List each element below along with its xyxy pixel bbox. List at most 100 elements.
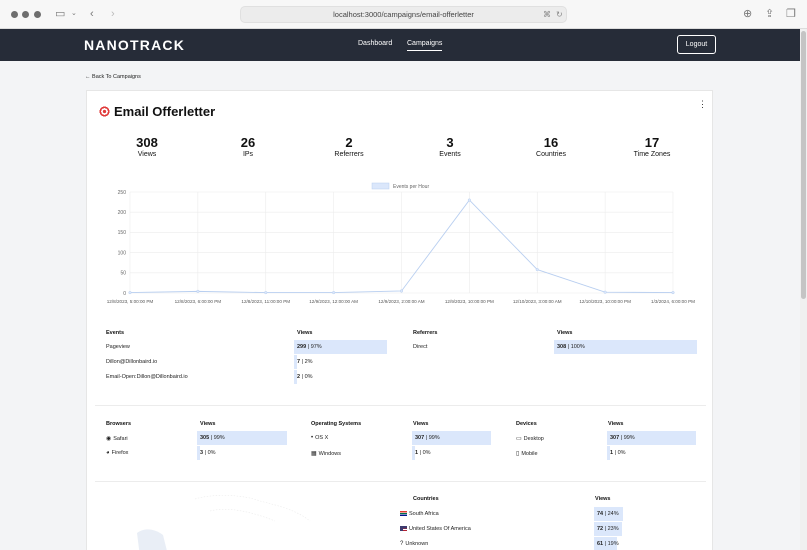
- os-views-header: Views: [413, 421, 429, 427]
- sidebar-toggle-icon[interactable]: ▭: [55, 7, 65, 21]
- download-icon[interactable]: ⊕: [743, 7, 752, 21]
- countries-views-header: Views: [595, 496, 611, 502]
- campaign-card: Email Offerletter ⋮ 308 Views 26 IPs 2 Refe…: [86, 90, 713, 550]
- maximize-window-button[interactable]: [34, 11, 41, 18]
- chart-x-tick-label: 12/8/2023, 5:00:00 PM: [107, 299, 154, 304]
- countries-row-label: Unknown: [405, 541, 429, 547]
- devices-views-header: Views: [608, 421, 624, 427]
- chart-data-point: [399, 289, 404, 293]
- os-header: Operating Systems: [311, 421, 362, 427]
- row-percent: 24%: [607, 511, 619, 517]
- chart-x-tick-label: 12/9/2023, 2:00:00 AM: [378, 299, 424, 304]
- chart-y-tick-label: 50: [120, 271, 126, 277]
- back-arrow-icon[interactable]: ‹: [90, 7, 94, 21]
- windows-icon: ▦: [311, 451, 317, 457]
- os-row-label: OS X: [315, 435, 329, 441]
- browsers-row-label: Safari: [113, 436, 128, 442]
- row-percent: 2%: [304, 359, 313, 365]
- stat-value: 26: [240, 135, 256, 150]
- stat-value: 308: [136, 135, 158, 150]
- stat-value: 2: [345, 135, 353, 150]
- chart-data-point: [535, 268, 539, 272]
- countries-header: Countries: [413, 496, 439, 502]
- stat-label: Countries: [536, 151, 566, 158]
- browsers-row-value: 3 | 0%: [200, 450, 216, 456]
- events-row-value: 7 | 2%: [297, 359, 313, 365]
- row-count: 307: [415, 435, 425, 441]
- chart-x-tick-label: 12/9/2023, 10:00:00 PM: [445, 299, 494, 304]
- row-percent: 0%: [617, 450, 626, 456]
- devices-row-value: 307 | 99%: [610, 435, 635, 441]
- browsers-row-label: Firefox: [111, 450, 129, 456]
- countries-row-name: South Africa: [400, 511, 439, 517]
- events-per-hour-chart: 250 200 150 100 50 0 12/8/2023, 5:00:00 PM 12/8…: [97, 179, 702, 304]
- world-map: [137, 495, 311, 550]
- countries-row-name: ? Unknown: [400, 541, 428, 547]
- stat-label: Views: [137, 151, 157, 158]
- campaign-title: Email Offerletter: [114, 104, 216, 119]
- devices-row-name: ▯ Mobile: [516, 450, 538, 457]
- chart-data-point: [467, 198, 471, 202]
- app-logo[interactable]: NANOTRACK: [84, 37, 185, 53]
- chart-x-tick-label: 12/10/2023, 3:00:00 AM: [513, 299, 562, 304]
- row-percent: 100%: [570, 344, 585, 350]
- apple-icon: •: [311, 435, 314, 441]
- browsers-row-name: ◕ Firefox: [106, 450, 128, 456]
- forward-arrow-icon[interactable]: ›: [111, 7, 115, 21]
- minimize-window-button[interactable]: [22, 11, 29, 18]
- chevron-down-icon[interactable]: ⌄: [71, 7, 77, 21]
- stat-ips: 26 IPs: [198, 135, 298, 158]
- section-divider: [95, 481, 706, 482]
- page-scrollbar[interactable]: [800, 29, 807, 550]
- mobile-icon: ▯: [516, 451, 520, 457]
- os-row-name: ▦ Windows: [311, 450, 341, 457]
- safari-icon: ◉: [106, 436, 112, 442]
- stat-label: Events: [439, 151, 461, 158]
- stat-value: 17: [644, 135, 660, 150]
- chart-y-tick-label: 0: [123, 291, 126, 297]
- devices-row-value: 1 | 0%: [610, 450, 626, 456]
- chart-x-tick-label: 12/9/2023, 12:00:00 AM: [309, 299, 358, 304]
- section-divider: [95, 405, 706, 406]
- chart-svg: 250 200 150 100 50 0 12/8/2023, 5:00:00 PM 12/8…: [107, 182, 695, 304]
- events-row-name: Pageview: [106, 344, 130, 350]
- stat-time-zones: 17 Time Zones: [602, 135, 702, 158]
- events-row-label: Email-Open:Dillon@Dillonbaird.io: [106, 374, 188, 380]
- address-bar[interactable]: localhost:3000/campaigns/email-offerlett…: [240, 6, 567, 23]
- os-row-label: Windows: [318, 451, 341, 457]
- translate-icon[interactable]: ⌘: [543, 7, 551, 22]
- events-row-label: Dillon@Dillonbaird.io: [106, 359, 158, 365]
- devices-row-label: Desktop: [523, 436, 544, 442]
- nav-link-dashboard[interactable]: Dashboard: [358, 40, 392, 47]
- events-row-label: Pageview: [106, 344, 130, 350]
- page-title: Email Offerletter: [99, 104, 215, 119]
- chart-y-tick-label: 150: [118, 230, 127, 236]
- referrers-row-name: Direct: [413, 344, 427, 350]
- south-africa-flag-icon: [400, 511, 407, 517]
- browser-toolbar: ▭ ⌄ ‹ › localhost:3000/campaigns/email-o…: [0, 0, 807, 29]
- row-percent: 99%: [623, 435, 635, 441]
- logout-button[interactable]: Logout: [677, 35, 716, 54]
- close-window-button[interactable]: [11, 11, 18, 18]
- target-icon: [99, 106, 110, 117]
- tabs-overview-icon[interactable]: ❐: [786, 7, 796, 21]
- chart-y-tick-label: 200: [118, 210, 127, 216]
- countries-row-value: 61 | 19%: [597, 541, 619, 547]
- back-to-campaigns-link[interactable]: ← Back To Campaigns: [85, 74, 141, 80]
- referrers-row-label: Direct: [413, 344, 428, 350]
- more-options-icon[interactable]: ⋮: [698, 100, 707, 109]
- share-icon[interactable]: ⇪: [765, 7, 774, 21]
- stat-label: Time Zones: [633, 151, 671, 158]
- events-views-header: Views: [297, 330, 313, 336]
- stat-countries: 16 Countries: [501, 135, 601, 158]
- reload-icon[interactable]: ↻: [556, 7, 563, 22]
- stat-events: 3 Events: [400, 135, 500, 158]
- chart-y-tick-label: 100: [118, 250, 127, 256]
- row-percent: 99%: [213, 435, 225, 441]
- referrers-row-value: 308 | 100%: [557, 344, 585, 350]
- chart-data-point: [128, 291, 132, 295]
- scrollbar-thumb[interactable]: [801, 31, 806, 299]
- chart-x-tick-label: 1/3/2024, 6:00:00 PM: [651, 299, 695, 304]
- row-count: 307: [610, 435, 620, 441]
- nav-link-campaigns[interactable]: Campaigns: [407, 40, 443, 51]
